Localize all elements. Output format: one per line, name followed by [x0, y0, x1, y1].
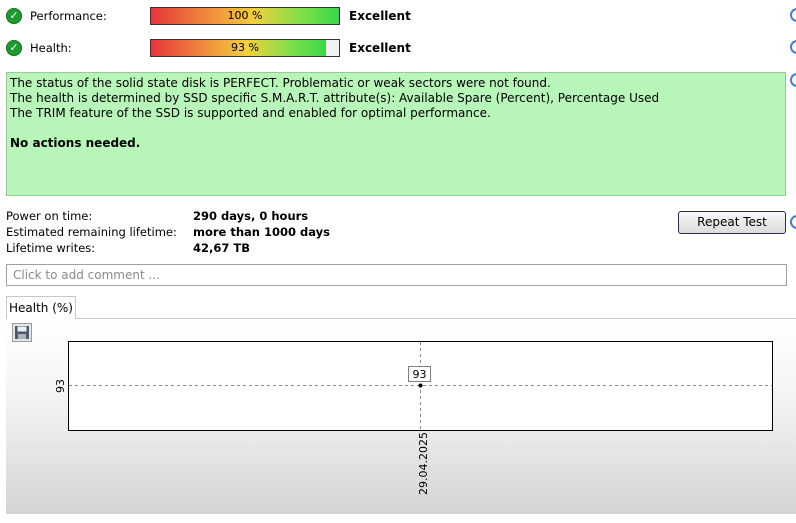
remaining-lifetime-label: Estimated remaining lifetime: [6, 225, 177, 239]
x-tick-label: 29.04.2025 [417, 432, 430, 495]
status-line: The status of the solid state disk is PE… [10, 76, 551, 90]
health-label: Health: [30, 41, 72, 55]
action-message: No actions needed. [10, 136, 141, 150]
health-chart: 93 93 29.04.2025 [54, 341, 773, 495]
power-on-label: Power on time: [6, 209, 93, 223]
info-icon[interactable] [790, 8, 796, 22]
performance-rating: Excellent [349, 9, 411, 23]
performance-bar: 100 % [150, 7, 340, 25]
status-line: The health is determined by SSD specific… [10, 91, 660, 105]
performance-label: Performance: [30, 9, 107, 23]
lifetime-writes-value: 42,67 TB [193, 241, 250, 255]
health-percent: 93 % [231, 41, 259, 54]
performance-ok-check-icon: ✓ [6, 8, 22, 24]
health-ok-check-icon: ✓ [6, 40, 22, 56]
power-on-value: 290 days, 0 hours [193, 209, 309, 223]
comment-input[interactable] [6, 264, 787, 286]
tab-health-percent[interactable]: Health (%) [6, 296, 76, 319]
status-line: The TRIM feature of the SSD is supported… [10, 106, 491, 120]
data-label: 93 [413, 368, 427, 381]
health-rating: Excellent [349, 41, 411, 55]
y-tick-label: 93 [54, 379, 67, 393]
remaining-lifetime-value: more than 1000 days [193, 225, 330, 239]
performance-percent: 100 % [227, 9, 263, 22]
data-point [418, 383, 423, 388]
repeat-test-button[interactable]: Repeat Test [678, 211, 786, 234]
lifetime-writes-label: Lifetime writes: [6, 241, 96, 255]
info-icon[interactable] [790, 73, 796, 87]
info-icon[interactable] [790, 40, 796, 54]
info-icon[interactable] [790, 215, 796, 229]
health-bar: 93 % [150, 39, 340, 57]
status-message-box: The status of the solid state disk is PE… [6, 72, 786, 196]
